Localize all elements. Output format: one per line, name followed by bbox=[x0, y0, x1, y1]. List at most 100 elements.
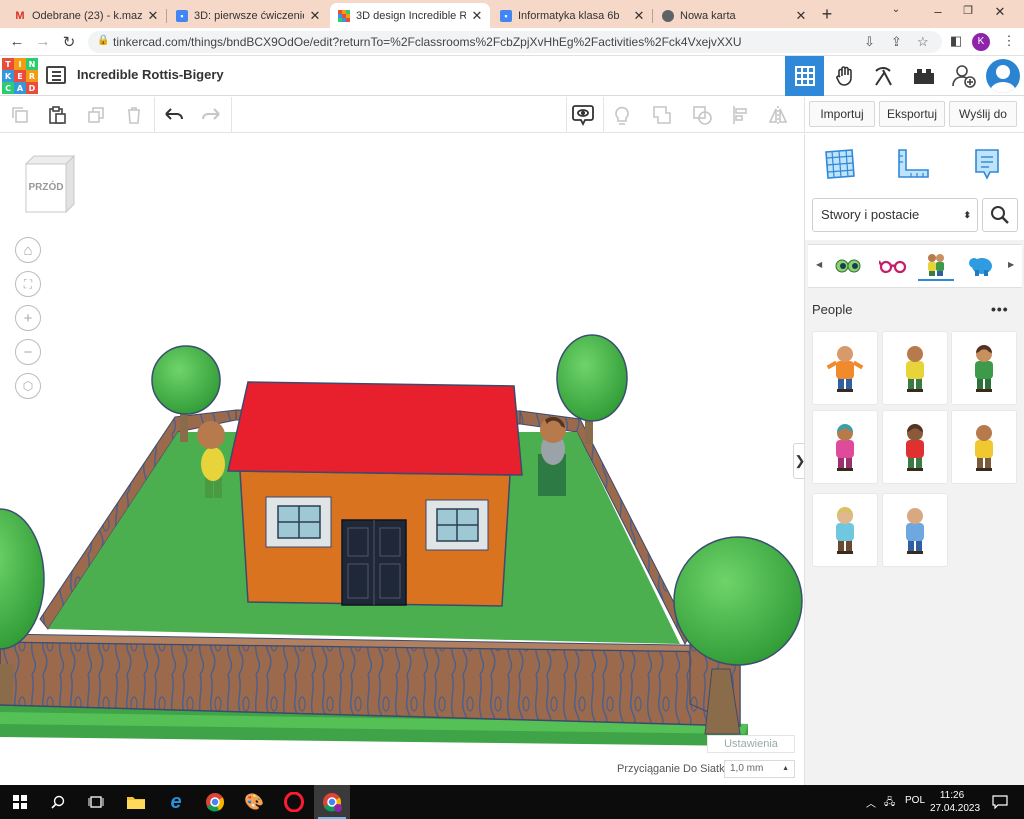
more-options-button[interactable]: ••• bbox=[991, 301, 1009, 317]
close-icon[interactable]: ✕ bbox=[308, 8, 322, 24]
close-icon[interactable]: ✕ bbox=[470, 8, 484, 24]
file-explorer-button[interactable] bbox=[124, 790, 148, 814]
person-shape-tile[interactable] bbox=[882, 493, 948, 567]
back-icon[interactable]: ← bbox=[8, 33, 26, 50]
task-view-button[interactable] bbox=[84, 790, 108, 814]
note-icon bbox=[975, 149, 999, 180]
subcategory-creatures[interactable] bbox=[963, 251, 999, 281]
person-shape-tile[interactable] bbox=[951, 331, 1017, 405]
duplicate-button[interactable] bbox=[84, 103, 108, 127]
bookmark-star-icon[interactable]: ☆ bbox=[917, 34, 929, 50]
lego-view-button[interactable] bbox=[904, 56, 943, 96]
subcategory-glasses[interactable] bbox=[875, 251, 911, 281]
fit-view-button[interactable]: ⛶ bbox=[15, 271, 41, 297]
close-icon[interactable]: ✕ bbox=[146, 8, 160, 24]
redo-button[interactable] bbox=[199, 103, 223, 127]
3d-scene[interactable] bbox=[0, 134, 804, 785]
close-icon[interactable]: ✕ bbox=[632, 8, 646, 24]
scroll-right-icon[interactable]: ▶ bbox=[1008, 260, 1014, 269]
view-cube[interactable]: PRZÓD bbox=[24, 154, 76, 216]
paste-button[interactable] bbox=[45, 103, 69, 127]
browser-tab-new[interactable]: Nowa karta ✕ bbox=[654, 3, 814, 28]
3d-design-view-button[interactable] bbox=[785, 56, 824, 96]
reload-icon[interactable]: ↻ bbox=[60, 33, 78, 51]
zoom-out-button[interactable]: − bbox=[15, 339, 41, 365]
import-export-bar: Importuj Eksportuj Wyślij do bbox=[804, 97, 1024, 133]
notifications-button[interactable] bbox=[988, 790, 1012, 814]
browser-tab-classroom-1[interactable]: ▪ 3D: pierwsze ćwiczenie w ✕ bbox=[168, 3, 328, 28]
clock[interactable]: 11:26 27.04.2023 bbox=[930, 789, 981, 815]
minimize-button[interactable]: – bbox=[928, 4, 948, 19]
edge-button[interactable]: e bbox=[164, 790, 188, 814]
lock-icon: 🔒 bbox=[97, 35, 110, 46]
input-language[interactable]: POL bbox=[905, 795, 925, 806]
menu-icon[interactable]: ⋮ bbox=[1000, 33, 1018, 49]
window-close-button[interactable]: ✕ bbox=[990, 4, 1010, 20]
restore-button[interactable]: ❐ bbox=[958, 4, 978, 17]
subcategory-eyes[interactable] bbox=[830, 251, 866, 281]
mirror-button[interactable] bbox=[766, 103, 790, 127]
settings-button[interactable]: Ustawienia bbox=[707, 735, 795, 753]
add-user-icon bbox=[951, 65, 976, 88]
share-icon[interactable]: ⇪ bbox=[891, 34, 902, 50]
bricks-view-button[interactable] bbox=[864, 56, 903, 96]
zoom-in-button[interactable]: + bbox=[15, 305, 41, 331]
undo-button[interactable] bbox=[162, 103, 186, 127]
orthographic-button[interactable]: ⬡ bbox=[15, 373, 41, 399]
send-to-button[interactable]: Wyślij do bbox=[949, 101, 1017, 127]
copy-button[interactable] bbox=[8, 103, 32, 127]
browser-tab-tinkercad[interactable]: 3D design Incredible Rotti ✕ bbox=[330, 3, 490, 28]
person-shape-tile[interactable] bbox=[812, 331, 878, 405]
chrome-button[interactable] bbox=[203, 790, 227, 814]
notes-button[interactable] bbox=[571, 103, 595, 127]
group-button[interactable] bbox=[650, 103, 674, 127]
ungroup-button[interactable] bbox=[690, 103, 714, 127]
notes-tool-button[interactable] bbox=[969, 146, 1005, 182]
align-button[interactable] bbox=[729, 103, 753, 127]
ruler-tool-button[interactable] bbox=[895, 146, 931, 182]
tinkercad-logo[interactable]: T I N K E R C A D bbox=[2, 58, 38, 94]
subcategory-people[interactable] bbox=[918, 251, 954, 281]
network-icon[interactable]: 🖧 bbox=[884, 795, 895, 812]
shape-search-button[interactable] bbox=[982, 198, 1018, 232]
forward-icon[interactable]: → bbox=[34, 33, 52, 50]
blocks-view-button[interactable] bbox=[825, 56, 864, 96]
design-title[interactable]: Incredible Rottis-Bigery bbox=[77, 67, 224, 82]
tab-search-icon[interactable]: ⌄ bbox=[886, 4, 906, 15]
workplane-tool-button[interactable] bbox=[822, 146, 858, 182]
export-button[interactable]: Eksportuj bbox=[879, 101, 945, 127]
workplane[interactable]: PRZÓD ⌂ ⛶ + − ⬡ Ustawienia Przyciąganie … bbox=[0, 134, 804, 785]
grid-icon bbox=[794, 66, 815, 86]
light-button[interactable] bbox=[610, 103, 634, 127]
person-shape-tile[interactable] bbox=[882, 410, 948, 484]
home-view-button[interactable]: ⌂ bbox=[15, 237, 41, 263]
import-button[interactable]: Importuj bbox=[809, 101, 875, 127]
design-list-icon[interactable] bbox=[46, 66, 66, 84]
paint-button[interactable]: 🎨 bbox=[242, 790, 266, 814]
url-field[interactable]: 🔒 tinkercad.com/things/bndBCX9OdOe/edit?… bbox=[88, 31, 942, 53]
house-window bbox=[425, 499, 489, 551]
clock-date: 27.04.2023 bbox=[930, 803, 981, 814]
opera-button[interactable] bbox=[282, 790, 306, 814]
user-avatar[interactable] bbox=[986, 59, 1020, 93]
new-tab-button[interactable]: + bbox=[818, 4, 836, 25]
profile-avatar[interactable]: K bbox=[972, 33, 990, 51]
browser-tab-gmail[interactable]: M Odebrane (23) - k.mazure ✕ bbox=[6, 3, 167, 28]
start-button[interactable] bbox=[8, 790, 32, 814]
install-icon[interactable]: ⇩ bbox=[864, 34, 875, 50]
side-panel-icon[interactable]: ◧ bbox=[947, 33, 965, 49]
chrome-profile-button[interactable] bbox=[314, 785, 350, 819]
search-button[interactable] bbox=[46, 790, 70, 814]
person-shape-tile[interactable] bbox=[812, 493, 878, 567]
delete-button[interactable] bbox=[122, 103, 146, 127]
person-shape-tile[interactable] bbox=[882, 331, 948, 405]
browser-tab-classroom-2[interactable]: ▪ Informatyka klasa 6b ✕ bbox=[492, 3, 653, 28]
person-shape-tile[interactable] bbox=[812, 410, 878, 484]
scroll-left-icon[interactable]: ◀ bbox=[816, 260, 822, 269]
add-user-button[interactable] bbox=[944, 56, 983, 96]
snap-grid-select[interactable]: 1,0 mm ▲ bbox=[724, 760, 795, 778]
category-select[interactable]: Stwory i postacie ⬍ bbox=[812, 198, 978, 232]
close-icon[interactable]: ✕ bbox=[794, 8, 808, 24]
person-shape-tile[interactable] bbox=[951, 410, 1017, 484]
show-hidden-icons[interactable]: ︿ bbox=[866, 795, 876, 810]
